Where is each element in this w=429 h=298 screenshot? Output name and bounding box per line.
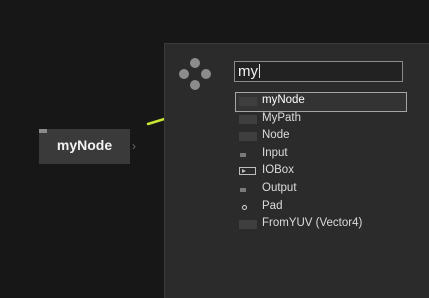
- result-item-node[interactable]: Node: [236, 128, 406, 146]
- pad-icon: [242, 204, 247, 210]
- text-caret: [259, 64, 260, 78]
- result-item-fromyuv[interactable]: FromYUV (Vector4): [236, 216, 406, 234]
- result-item-pad[interactable]: Pad: [236, 199, 406, 217]
- result-item-label: Node: [262, 129, 290, 142]
- result-item-label: FromYUV (Vector4): [262, 217, 363, 230]
- search-results-list: myNode MyPath Node Input IOBox Output Pa…: [235, 92, 407, 234]
- result-item-label: MyPath: [262, 111, 301, 124]
- result-item-mynode[interactable]: myNode: [235, 92, 407, 112]
- result-item-output[interactable]: Output: [236, 181, 406, 199]
- result-item-input[interactable]: Input: [236, 146, 406, 164]
- node-browser-dots-icon[interactable]: [176, 55, 214, 93]
- input-icon: [240, 152, 246, 157]
- output-icon: [240, 187, 246, 192]
- node-search-value: my: [238, 63, 258, 80]
- node-icon: [239, 132, 257, 142]
- result-item-label: Input: [262, 146, 288, 159]
- result-item-label: Pad: [262, 199, 283, 212]
- iobox-icon: [239, 167, 256, 176]
- result-item-label: Output: [262, 181, 297, 194]
- node-search-input[interactable]: my: [234, 61, 403, 82]
- result-item-label: IOBox: [262, 164, 294, 177]
- node-icon: [239, 220, 257, 230]
- canvas-node-label: myNode: [56, 137, 113, 153]
- node-icon: [239, 114, 257, 124]
- canvas-node[interactable]: myNode: [39, 129, 130, 164]
- node-output-chevron-icon: ›: [132, 139, 136, 153]
- result-item-iobox[interactable]: IOBox: [236, 163, 406, 181]
- node-input-pin[interactable]: [39, 129, 47, 133]
- result-item-label: myNode: [262, 94, 305, 106]
- result-item-mypath[interactable]: MyPath: [236, 111, 406, 129]
- node-icon: [239, 97, 257, 106]
